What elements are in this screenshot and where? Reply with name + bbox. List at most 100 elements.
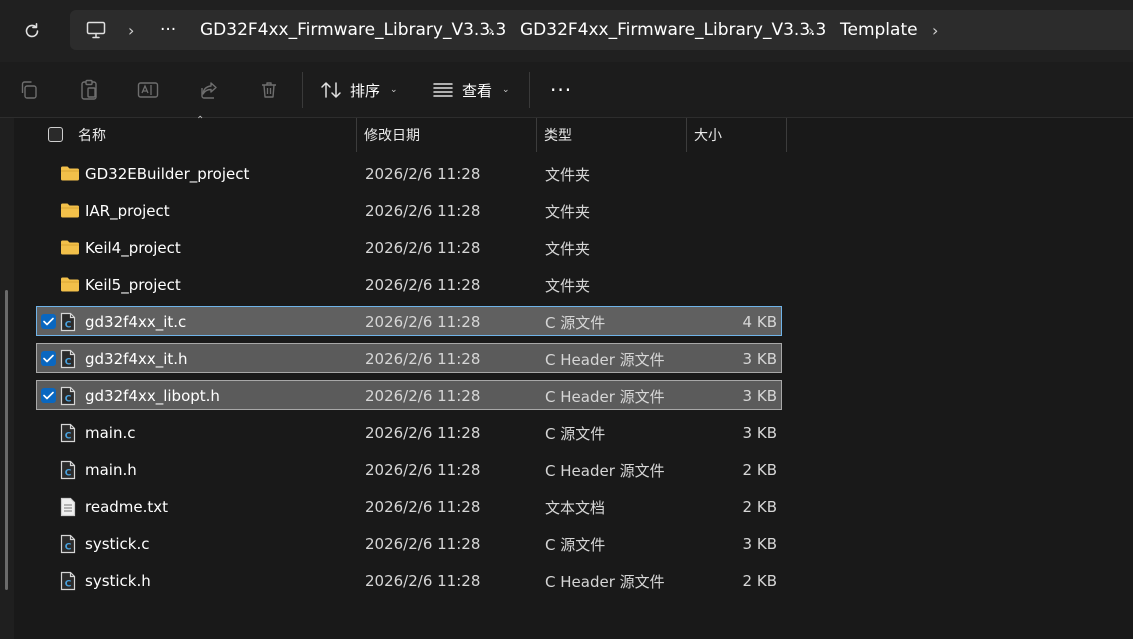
breadcrumb-chevron-icon[interactable]: › [128, 10, 134, 50]
breadcrumb-item-library[interactable]: GD32F4xx_Firmware_Library_V3.3.3 [200, 10, 506, 50]
folder-row[interactable]: GD32EBuilder_project 2026/2/6 11:28 文件夹 [36, 158, 782, 188]
copy-icon [21, 81, 37, 99]
column-divider[interactable] [686, 118, 687, 152]
row-checkbox[interactable] [41, 388, 56, 403]
chevron-down-icon: ⌄ [390, 85, 398, 95]
file-type: C Header 源文件 [545, 461, 665, 480]
file-type: 文件夹 [545, 239, 591, 258]
address-bar-row: › ··· GD32F4xx_Firmware_Library_V3.3.3 ›… [0, 0, 1133, 62]
toolbar-divider [302, 72, 303, 108]
rename-button[interactable] [132, 74, 164, 106]
breadcrumb-chevron-icon[interactable]: › [808, 10, 814, 50]
share-button[interactable] [193, 74, 225, 106]
file-size: 2 KB [742, 461, 777, 479]
file-row[interactable]: Cgd32f4xx_it.c 2026/2/6 11:28 C 源文件 4 KB [36, 306, 782, 336]
trash-icon [262, 82, 276, 98]
svg-text:C: C [65, 580, 72, 590]
file-name: gd32f4xx_libopt.h [85, 387, 220, 405]
file-modified-date: 2026/2/6 11:28 [365, 165, 481, 183]
c-source-file-icon: C [60, 386, 78, 406]
file-row[interactable]: Cmain.c 2026/2/6 11:28 C 源文件 3 KB [36, 417, 782, 447]
row-checkbox[interactable] [41, 314, 56, 329]
file-name: GD32EBuilder_project [85, 165, 250, 183]
address-bar[interactable]: › ··· GD32F4xx_Firmware_Library_V3.3.3 ›… [70, 10, 1133, 50]
file-name: Keil4_project [85, 239, 181, 257]
file-modified-date: 2026/2/6 11:28 [365, 498, 481, 516]
breadcrumb-chevron-icon[interactable]: › [932, 10, 938, 50]
file-name: gd32f4xx_it.c [85, 313, 187, 331]
c-source-file-icon: C [60, 312, 78, 332]
file-size: 4 KB [742, 313, 777, 331]
breadcrumb-item-library-inner[interactable]: GD32F4xx_Firmware_Library_V3.3.3 [520, 10, 826, 50]
file-row[interactable]: Csystick.h 2026/2/6 11:28 C Header 源文件 2 KB [36, 565, 782, 595]
file-modified-date: 2026/2/6 11:28 [365, 313, 481, 331]
select-all-checkbox[interactable] [48, 127, 63, 142]
sort-label: 排序 [350, 81, 381, 100]
delete-button[interactable] [253, 74, 285, 106]
folder-row[interactable]: IAR_project 2026/2/6 11:28 文件夹 [36, 195, 782, 225]
file-name: systick.c [85, 535, 150, 553]
navigation-scrollbar[interactable] [5, 290, 8, 590]
column-type[interactable]: 类型 [544, 118, 572, 152]
file-modified-date: 2026/2/6 11:28 [365, 350, 481, 368]
share-icon [201, 82, 217, 99]
file-row[interactable]: readme.txt 2026/2/6 11:28 文本文档 2 KB [36, 491, 782, 521]
svg-text:C: C [65, 432, 72, 442]
more-options-button[interactable]: ··· [550, 72, 572, 108]
file-type: C Header 源文件 [545, 387, 665, 406]
row-checkbox[interactable] [41, 351, 56, 366]
file-modified-date: 2026/2/6 11:28 [365, 387, 481, 405]
column-divider[interactable] [786, 118, 787, 152]
sort-button[interactable]: 排序 ⌄ [320, 72, 398, 108]
file-row[interactable]: Cgd32f4xx_it.h 2026/2/6 11:28 C Header 源文件… [36, 343, 782, 373]
svg-text:C: C [65, 395, 72, 405]
view-icon [433, 83, 453, 97]
file-size: 3 KB [742, 535, 777, 553]
column-name[interactable]: 名称 [78, 118, 106, 152]
folder-row[interactable]: Keil5_project 2026/2/6 11:28 文件夹 [36, 269, 782, 299]
refresh-icon [25, 23, 39, 38]
file-size: 3 KB [742, 350, 777, 368]
file-type: 文件夹 [545, 276, 591, 295]
sort-ascending-icon: ⌃ [196, 115, 205, 126]
svg-text:C: C [65, 358, 72, 368]
c-source-file-icon: C [60, 534, 78, 554]
file-name: main.h [85, 461, 137, 479]
this-pc-button[interactable] [86, 10, 106, 50]
folder-row[interactable]: Keil4_project 2026/2/6 11:28 文件夹 [36, 232, 782, 262]
rename-icon [137, 82, 159, 98]
folder-icon [60, 201, 79, 221]
file-row[interactable]: Cmain.h 2026/2/6 11:28 C Header 源文件 2 KB [36, 454, 782, 484]
svg-text:C: C [65, 321, 72, 331]
breadcrumb-overflow-button[interactable]: ··· [160, 10, 176, 50]
file-name: IAR_project [85, 202, 170, 220]
command-bar: 排序 ⌄ 查看 ⌄ ··· [0, 62, 1133, 118]
svg-text:C: C [65, 543, 72, 553]
monitor-icon [86, 21, 106, 39]
c-source-file-icon: C [60, 460, 78, 480]
c-source-file-icon: C [60, 571, 78, 591]
column-divider[interactable] [356, 118, 357, 152]
paste-button[interactable] [73, 74, 105, 106]
view-button[interactable]: 查看 ⌄ [432, 72, 510, 108]
svg-text:C: C [65, 469, 72, 479]
file-size: 2 KB [742, 572, 777, 590]
copy-button[interactable] [13, 74, 45, 106]
file-modified-date: 2026/2/6 11:28 [365, 276, 481, 294]
refresh-button[interactable] [14, 14, 50, 48]
file-row[interactable]: Cgd32f4xx_libopt.h 2026/2/6 11:28 C Header… [36, 380, 782, 410]
file-modified-date: 2026/2/6 11:28 [365, 572, 481, 590]
column-divider[interactable] [536, 118, 537, 152]
file-size: 2 KB [742, 498, 777, 516]
column-date[interactable]: 修改日期 [364, 118, 420, 152]
c-source-file-icon: C [60, 423, 78, 443]
file-modified-date: 2026/2/6 11:28 [365, 461, 481, 479]
breadcrumb-item-template[interactable]: Template [840, 10, 918, 50]
column-size[interactable]: 大小 [694, 118, 722, 152]
breadcrumb-chevron-icon[interactable]: › [488, 10, 494, 50]
file-row[interactable]: Csystick.c 2026/2/6 11:28 C 源文件 3 KB [36, 528, 782, 558]
file-name: gd32f4xx_it.h [85, 350, 188, 368]
c-source-file-icon: C [60, 349, 78, 369]
file-modified-date: 2026/2/6 11:28 [365, 239, 481, 257]
file-type: C Header 源文件 [545, 350, 665, 369]
